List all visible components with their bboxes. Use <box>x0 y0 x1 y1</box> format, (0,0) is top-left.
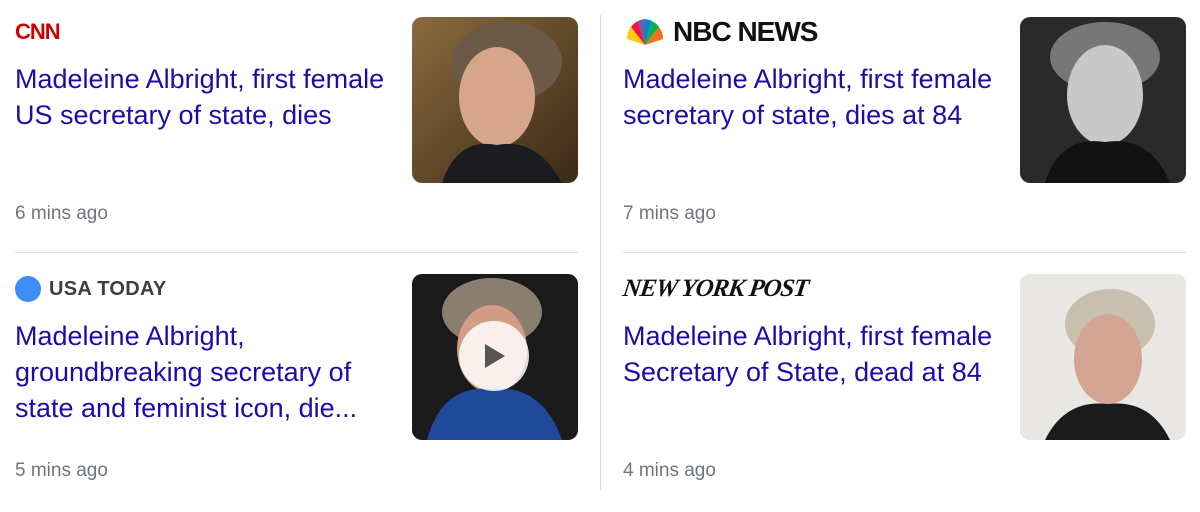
timestamp: 4 mins ago <box>623 460 716 481</box>
row-divider-left <box>15 252 578 253</box>
cnn-logo-text: CNN <box>15 19 61 44</box>
play-button[interactable] <box>459 321 529 391</box>
usa-today-logo-text: USA TODAY <box>49 277 167 300</box>
play-icon <box>485 344 505 368</box>
headline-link[interactable]: Madeleine Albright, groundbreaking secre… <box>15 318 395 426</box>
headline-link[interactable]: Madeleine Albright, first female Secreta… <box>623 318 1003 390</box>
headline-link[interactable]: Madeleine Albright, first female secreta… <box>623 61 1003 133</box>
thumbnail-image[interactable] <box>1020 274 1186 440</box>
video-thumbnail[interactable] <box>412 274 578 440</box>
timestamp: 6 mins ago <box>15 203 108 224</box>
news-card-usa-today[interactable]: USA TODAY Madeleine Albright, groundbrea… <box>15 272 578 512</box>
timestamp: 7 mins ago <box>623 203 716 224</box>
news-card-nypost[interactable]: NEW YORK POST Madeleine Albright, first … <box>621 272 1186 512</box>
news-card-cnn[interactable]: CNN Madeleine Albright, first female US … <box>15 15 578 255</box>
source-logo-nypost: NEW YORK POST <box>621 272 810 306</box>
column-divider <box>600 15 601 490</box>
peacock-icon <box>626 19 664 45</box>
news-card-nbc[interactable]: NBC NEWS Madeleine Albright, first femal… <box>623 15 1186 255</box>
usa-today-dot-icon <box>15 276 41 302</box>
nypost-logo-text: NEW YORK POST <box>621 275 810 302</box>
source-logo-usa-today: USA TODAY <box>15 272 167 306</box>
source-logo-cnn: CNN <box>15 15 61 49</box>
headline-link[interactable]: Madeleine Albright, first female US secr… <box>15 61 395 133</box>
thumbnail-image[interactable] <box>1020 17 1186 183</box>
source-logo-nbc: NBC NEWS <box>623 15 818 49</box>
thumbnail-image[interactable] <box>412 17 578 183</box>
nbc-logo-text: NBC NEWS <box>673 16 818 47</box>
row-divider-right <box>623 252 1186 253</box>
timestamp: 5 mins ago <box>15 460 108 481</box>
